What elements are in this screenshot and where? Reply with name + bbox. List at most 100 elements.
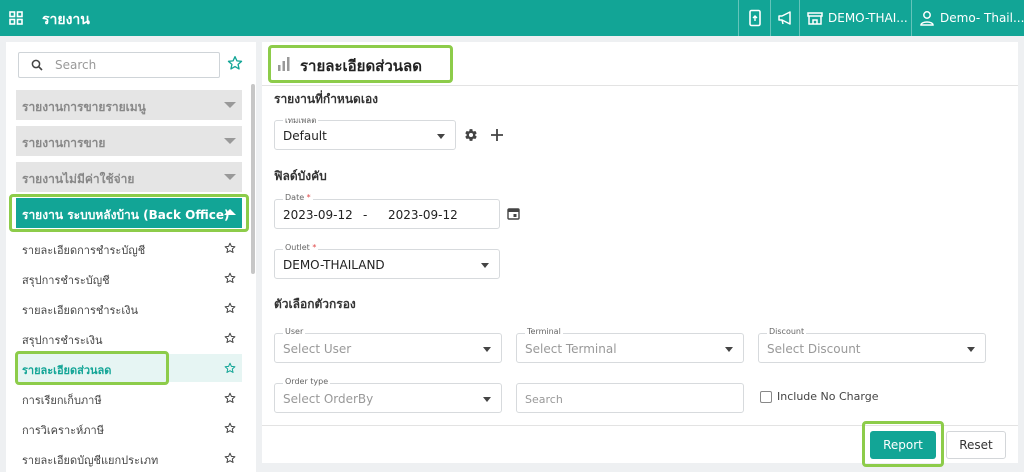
page-title: รายละเอียดส่วนลด (300, 57, 422, 75)
main-panel: รายละเอียดส่วนลด รายงานที่กำหนดเอง เทมเพ… (262, 42, 1018, 467)
date-to[interactable]: 2023-09-12 (388, 208, 458, 222)
chevron-up-icon (224, 209, 236, 215)
star-icon[interactable] (224, 422, 236, 434)
mobile-icon[interactable] (746, 9, 764, 27)
search-icon (31, 59, 43, 71)
required-asterisk: * (306, 193, 311, 202)
dropdown-arrow-icon (725, 347, 733, 352)
sidebar: รายงานการขายรายเมนู รายงานการขาย รายงานไ… (6, 42, 256, 472)
field-placeholder: Select Terminal (525, 342, 617, 356)
user-icon[interactable] (918, 9, 936, 27)
plus-icon[interactable] (490, 128, 504, 142)
include-no-charge-label[interactable]: Include No Charge (777, 390, 878, 403)
field-label: Order type (283, 377, 331, 386)
chevron-down-icon (224, 102, 236, 108)
sidebar-group-back-office[interactable]: รายงาน ระบบหลังบ้าน (Back Office) (16, 198, 242, 228)
sidebar-item-payment-detail[interactable]: รายละเอียดการชำระเงิน (16, 294, 242, 322)
dropdown-arrow-icon (481, 263, 489, 268)
field-label: Outlet * (283, 243, 319, 252)
required-fields-section-title: ฟิลด์บังคับ (274, 169, 327, 183)
sidebar-item-tax-analysis[interactable]: การวิเคราะห์ภาษี (16, 414, 242, 442)
sidebar-item-label: สรุปการชำระบัญชี (22, 274, 110, 287)
divider (262, 425, 1018, 426)
custom-report-section-title: รายงานที่กำหนดเอง (274, 92, 379, 106)
field-label: User (283, 327, 306, 336)
sidebar-item-tax-collection[interactable]: การเรียกเก็บภาษี (16, 384, 242, 412)
sidebar-item-label: การวิเคราะห์ภาษี (22, 424, 104, 437)
sidebar-item-ledger-detail[interactable]: รายละเอียดบัญชีแยกประเภท (16, 444, 242, 472)
user-select[interactable]: User Select User (274, 327, 502, 363)
field-placeholder: Select User (283, 342, 352, 356)
sidebar-group-sales-by-menu[interactable]: รายงานการขายรายเมนู (16, 90, 242, 120)
apps-grid-icon[interactable] (9, 11, 23, 25)
sidebar-item-label: รายละเอียดบัญชีแยกประเภท (22, 454, 159, 467)
store-name[interactable]: DEMO-THAI... (828, 11, 908, 25)
outlet-select[interactable]: Outlet * DEMO-THAILAND (274, 243, 500, 279)
discount-select[interactable]: Discount Select Discount (758, 327, 986, 363)
star-icon[interactable] (224, 302, 236, 314)
group-label: รายงาน ระบบหลังบ้าน (Back Office) (22, 208, 230, 222)
field-label: Date * (283, 193, 313, 202)
bar-chart-icon (278, 57, 290, 71)
date-label-text: Date (285, 193, 305, 202)
field-label: Terminal (525, 327, 563, 336)
divider (799, 0, 800, 36)
field-label: เทมเพลต (283, 114, 319, 127)
field-value: Default (283, 129, 327, 143)
report-button[interactable]: Report (870, 431, 936, 459)
star-icon[interactable] (224, 242, 236, 254)
field-placeholder: Select OrderBy (283, 392, 374, 406)
outlet-label-text: Outlet (285, 243, 310, 252)
field-value: DEMO-THAILAND (283, 258, 385, 272)
date-from[interactable]: 2023-09-12 (283, 208, 353, 222)
store-icon[interactable] (806, 9, 824, 27)
calendar-icon[interactable] (507, 207, 520, 220)
star-icon[interactable] (224, 452, 236, 464)
search-input[interactable] (55, 56, 215, 74)
dropdown-arrow-icon (483, 347, 491, 352)
field-label: Discount (767, 327, 807, 336)
page-header: รายละเอียดส่วนลด (262, 42, 1018, 86)
dropdown-arrow-icon (483, 397, 491, 402)
favorites-star-icon[interactable] (227, 55, 243, 71)
group-label: รายงานการขาย (22, 136, 106, 150)
filter-options-section-title: ตัวเลือกตัวกรอง (274, 297, 356, 311)
divider (770, 0, 771, 36)
dropdown-arrow-icon (437, 134, 445, 139)
star-icon[interactable] (224, 332, 236, 344)
chevron-down-icon (224, 138, 236, 144)
filter-search-input[interactable]: Search (516, 383, 744, 413)
order-type-select[interactable]: Order type Select OrderBy (274, 377, 502, 413)
group-label: รายงานไม่มีค่าใช้จ่าย (22, 172, 135, 186)
sidebar-item-label: การเรียกเก็บภาษี (22, 394, 102, 407)
sidebar-item-account-payment-summary[interactable]: สรุปการชำระบัญชี (16, 264, 242, 292)
date-range-field[interactable]: Date * 2023-09-12 - 2023-09-12 (274, 193, 500, 229)
sidebar-item-account-payment-detail[interactable]: รายละเอียดการชำระบัญชี (16, 234, 242, 262)
field-placeholder: Select Discount (767, 342, 861, 356)
star-icon[interactable] (224, 362, 236, 374)
template-select[interactable]: เทมเพลต Default (274, 114, 456, 150)
sidebar-search[interactable] (18, 52, 220, 78)
gear-icon[interactable] (464, 128, 478, 142)
required-asterisk: * (312, 243, 317, 252)
date-separator: - (363, 208, 368, 222)
sidebar-group-no-charge[interactable]: รายงานไม่มีค่าใช้จ่าย (16, 162, 242, 192)
chevron-down-icon (224, 174, 236, 180)
include-no-charge-checkbox[interactable] (760, 391, 772, 403)
star-icon[interactable] (224, 392, 236, 404)
sidebar-item-payment-summary[interactable]: สรุปการชำระเงิน (16, 324, 242, 352)
sidebar-group-sales[interactable]: รายงานการขาย (16, 126, 242, 156)
sidebar-item-discount-detail[interactable]: รายละเอียดส่วนลด (16, 354, 242, 382)
divider (911, 0, 912, 36)
user-name[interactable]: Demo- Thail... (940, 11, 1024, 25)
sidebar-item-label: รายละเอียดการชำระบัญชี (22, 244, 146, 257)
group-label: รายงานการขายรายเมนู (22, 100, 146, 114)
reset-button[interactable]: Reset (946, 431, 1006, 459)
megaphone-icon[interactable] (777, 9, 795, 27)
terminal-select[interactable]: Terminal Select Terminal (516, 327, 744, 363)
sidebar-scrollbar[interactable] (251, 84, 255, 274)
sidebar-item-label: รายละเอียดส่วนลด (22, 364, 112, 377)
dropdown-arrow-icon (967, 347, 975, 352)
star-icon[interactable] (224, 272, 236, 284)
top-bar: รายงาน DEMO-THAI... Demo- Thail... (0, 0, 1024, 36)
